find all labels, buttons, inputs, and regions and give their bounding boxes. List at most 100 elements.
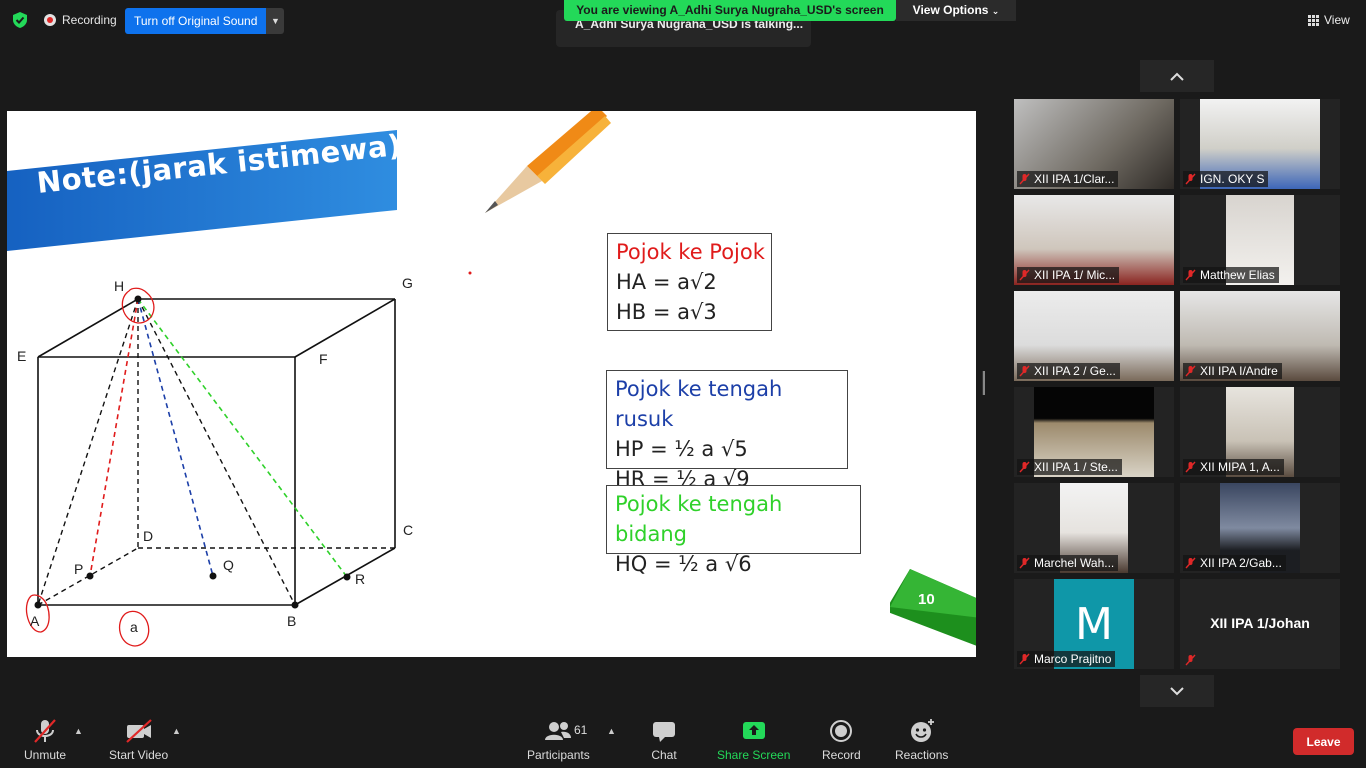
- participant-tile[interactable]: XII IPA 1/Johan: [1180, 579, 1340, 669]
- participant-name: XII IPA 2 / Ge...: [1034, 364, 1116, 378]
- leave-button[interactable]: Leave: [1293, 728, 1354, 755]
- point-label-c: C: [403, 522, 414, 538]
- reactions-smiley-icon: [910, 719, 934, 742]
- box1-heading: Pojok ke Pojok: [616, 240, 765, 264]
- original-sound-dropdown-icon[interactable]: ▼: [266, 8, 285, 34]
- gallery-scroll-up-button[interactable]: [1140, 60, 1214, 92]
- participant-name: Marchel Wah...: [1034, 556, 1115, 570]
- original-sound-control[interactable]: Turn off Original Sound ▼: [125, 8, 285, 34]
- box3-line-1: HQ = ½ a √6: [615, 552, 752, 576]
- participant-tile[interactable]: XII IPA 2/Gab...: [1180, 483, 1340, 573]
- viewing-banner: You are viewing A_Adhi Surya Nugraha_USD…: [564, 0, 896, 21]
- participant-name: XII IPA 1/Johan: [1210, 615, 1310, 631]
- participant-tile[interactable]: XII IPA 2 / Ge...: [1014, 291, 1174, 381]
- record-label: Record: [822, 748, 861, 762]
- point-label-f: F: [319, 351, 328, 367]
- record-icon: [830, 720, 853, 742]
- point-label-h: H: [114, 278, 125, 294]
- participants-count: 61: [574, 723, 588, 737]
- participants-label: Participants: [527, 748, 590, 762]
- participant-tile[interactable]: Marchel Wah...: [1014, 483, 1174, 573]
- box-pojok-ke-tengah-bidang: Pojok ke tengah bidang HQ = ½ a √6: [606, 485, 861, 576]
- mic-muted-icon: [1185, 461, 1196, 473]
- chat-label: Chat: [651, 748, 677, 762]
- participant-tile[interactable]: Matthew Elias: [1180, 195, 1340, 285]
- start-video-button[interactable]: Start Video: [109, 718, 168, 762]
- participant-tile[interactable]: XII IPA I/Andre: [1180, 291, 1340, 381]
- grid-icon: [1308, 14, 1319, 26]
- panel-resize-handle[interactable]: [982, 371, 985, 395]
- shared-screen-slide: Note:(jarak istimewa) H G E F D C P Q R …: [7, 111, 976, 657]
- chevron-down-icon: [1170, 686, 1184, 695]
- box-pojok-ke-tengah-rusuk: Pojok ke tengah rusuk HP = ½ a √5 HR = ½…: [606, 370, 848, 491]
- point-label-a: A: [30, 613, 40, 629]
- point-label-p: P: [74, 561, 84, 577]
- view-options-label: View Options: [912, 3, 989, 17]
- participant-tile[interactable]: M Marco Prajitno: [1014, 579, 1174, 669]
- participant-name: Matthew Elias: [1200, 268, 1275, 282]
- edge-label-a: a: [130, 619, 138, 635]
- point-label-q: Q: [223, 557, 234, 573]
- recording-indicator[interactable]: Recording: [44, 13, 117, 27]
- participant-name: XII IPA 1 / Ste...: [1034, 460, 1118, 474]
- box3-heading: Pojok ke tengah bidang: [615, 492, 783, 546]
- participant-name: XII IPA 2/Gab...: [1200, 556, 1282, 570]
- participant-tile[interactable]: XII MIPA 1, A...: [1180, 387, 1340, 477]
- video-options-caret-icon[interactable]: ▲: [172, 726, 181, 736]
- unmute-button[interactable]: Unmute: [24, 718, 66, 762]
- view-button[interactable]: View: [1308, 13, 1350, 27]
- chat-button[interactable]: Chat: [651, 718, 677, 762]
- view-options-button[interactable]: View Options ⌄: [896, 0, 1016, 21]
- chevron-down-icon: ⌄: [991, 6, 1000, 16]
- point-label-b: B: [287, 613, 297, 629]
- recording-dot-icon: [44, 14, 56, 26]
- share-screen-label: Share Screen: [717, 748, 791, 762]
- participant-name: XII IPA 1/Clar...: [1034, 172, 1115, 186]
- pencil-icon: [485, 111, 611, 213]
- unmute-label: Unmute: [24, 748, 67, 762]
- box2-line-1: HP = ½ a √5: [615, 437, 748, 461]
- mic-muted-icon: [1185, 365, 1196, 377]
- reactions-label: Reactions: [895, 748, 949, 762]
- record-button[interactable]: Record: [822, 718, 861, 762]
- box2-heading: Pojok ke tengah rusuk: [615, 377, 783, 431]
- participant-tile[interactable]: IGN. OKY S: [1180, 99, 1340, 189]
- mic-muted-icon: [1019, 269, 1030, 281]
- mic-muted-icon: [1019, 557, 1030, 569]
- participants-options-caret-icon[interactable]: ▲: [607, 726, 616, 736]
- recording-label: Recording: [62, 13, 117, 27]
- page-number-badge: 10: [890, 569, 976, 646]
- mic-muted-icon: [1019, 365, 1030, 377]
- participant-name: Marco Prajitno: [1034, 652, 1112, 666]
- participant-name: XII MIPA 1, A...: [1200, 460, 1280, 474]
- mic-muted-icon: [1185, 269, 1196, 281]
- mic-muted-icon: [1019, 653, 1030, 665]
- participant-tile[interactable]: XII IPA 1/Clar...: [1014, 99, 1174, 189]
- mic-muted-icon: [1019, 461, 1030, 473]
- chevron-up-icon: [1170, 72, 1184, 81]
- point-label-d: D: [143, 528, 154, 544]
- participants-icon: [545, 722, 572, 740]
- participant-name: IGN. OKY S: [1200, 172, 1265, 186]
- chat-bubble-icon: [653, 722, 675, 742]
- original-sound-button[interactable]: Turn off Original Sound: [125, 8, 267, 34]
- gallery-scroll-down-button[interactable]: [1140, 675, 1214, 707]
- reactions-button[interactable]: Reactions: [895, 718, 948, 762]
- security-shield-icon[interactable]: [11, 11, 29, 29]
- video-off-icon: [125, 719, 152, 743]
- share-screen-icon: [742, 722, 765, 739]
- point-label-e: E: [17, 348, 27, 364]
- page-number: 10: [918, 591, 935, 608]
- share-screen-button[interactable]: Share Screen: [717, 718, 790, 762]
- start-video-label: Start Video: [109, 748, 169, 762]
- mic-muted-icon: [1185, 654, 1196, 666]
- box1-line-1: HA = a√2: [616, 270, 717, 294]
- mic-muted-icon: [1019, 173, 1030, 185]
- point-label-g: G: [402, 275, 413, 291]
- participant-tile[interactable]: XII IPA 1/ Mic...: [1014, 195, 1174, 285]
- participant-name: XII IPA 1/ Mic...: [1034, 268, 1116, 282]
- participant-name: XII IPA I/Andre: [1200, 364, 1278, 378]
- participant-tile[interactable]: XII IPA 1 / Ste...: [1014, 387, 1174, 477]
- point-label-r: R: [355, 571, 366, 587]
- audio-options-caret-icon[interactable]: ▲: [74, 726, 83, 736]
